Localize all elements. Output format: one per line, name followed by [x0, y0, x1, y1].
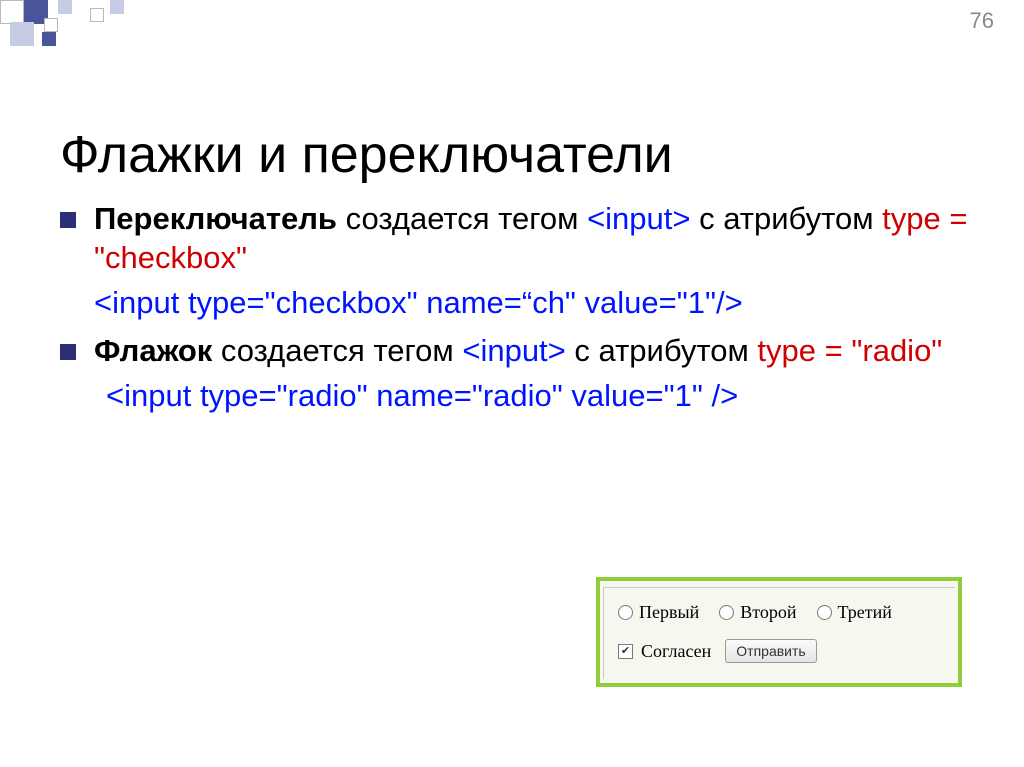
radio-row: Первый Второй Третий: [618, 602, 943, 623]
bullet-icon: [60, 344, 76, 360]
slide-content: Переключатель создается тегом <input> с …: [60, 200, 984, 422]
radio-label: Второй: [740, 602, 796, 623]
code-example-1: <input type="checkbox" name=“ch" value="…: [94, 284, 984, 323]
radio-label: Третий: [838, 602, 892, 623]
code-example-2: <input type="radio" name="radio" value="…: [94, 377, 984, 416]
page-number: 76: [970, 8, 994, 34]
bullet-2-text: Флажок создается тегом <input> с атрибут…: [94, 332, 984, 371]
bullet-1-text: Переключатель создается тегом <input> с …: [94, 200, 984, 278]
bullet-icon: [60, 212, 76, 228]
corner-decoration: [0, 0, 180, 46]
radio-option-2[interactable]: Второй: [719, 602, 796, 623]
radio-label: Первый: [639, 602, 699, 623]
radio-icon: [817, 605, 832, 620]
radio-icon: [719, 605, 734, 620]
form-demo-box: Первый Второй Третий ✔ Согласен Отправит…: [596, 577, 962, 687]
radio-icon: [618, 605, 633, 620]
radio-option-1[interactable]: Первый: [618, 602, 699, 623]
radio-option-3[interactable]: Третий: [817, 602, 892, 623]
slide-title: Флажки и переключатели: [60, 125, 673, 185]
checkbox-label: Согласен: [641, 641, 711, 662]
checkbox-icon[interactable]: ✔: [618, 644, 633, 659]
submit-button[interactable]: Отправить: [725, 639, 816, 663]
